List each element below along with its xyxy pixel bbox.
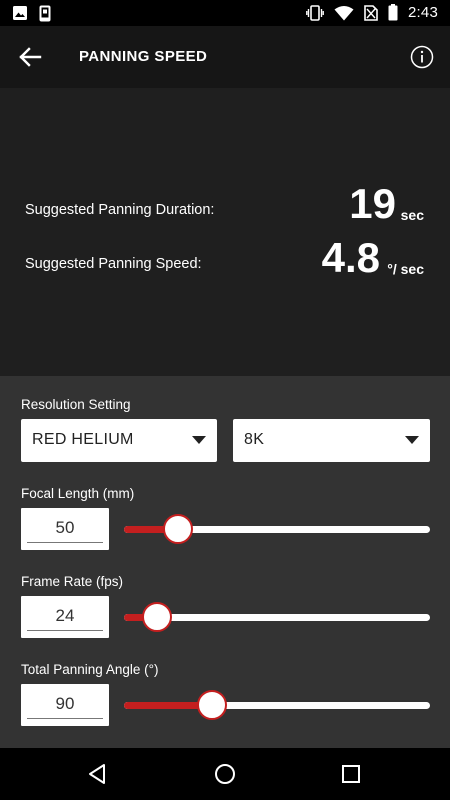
resolution-select[interactable]: 8K: [233, 419, 430, 462]
home-circle-icon: [215, 764, 235, 784]
speed-unit: °/ sec: [387, 261, 424, 277]
duration-unit: sec: [400, 207, 424, 223]
input-underline: [27, 630, 103, 631]
nav-home-button[interactable]: [213, 762, 237, 786]
no-sim-icon: [364, 4, 378, 21]
slider-thumb[interactable]: [163, 514, 194, 544]
focal-length-value: 50: [55, 518, 75, 537]
panning-angle-label: Total Panning Angle (°): [21, 662, 159, 677]
panning-angle-slider[interactable]: [124, 685, 430, 725]
nav-back-button[interactable]: [86, 762, 110, 786]
input-underline: [27, 542, 103, 543]
arrow-back-icon: [19, 47, 42, 67]
input-underline: [27, 718, 103, 719]
page-title: PANNING SPEED: [79, 48, 208, 65]
vibrate-icon: [306, 4, 324, 21]
info-icon: [410, 45, 434, 69]
frame-rate-slider[interactable]: [124, 597, 430, 637]
frame-rate-value: 24: [55, 606, 75, 625]
back-button[interactable]: [14, 41, 46, 73]
resolution-label: Resolution Setting: [21, 397, 131, 412]
duration-row: Suggested Panning Duration: 19 sec: [0, 178, 450, 238]
resolution-select-value: 8K: [244, 431, 265, 448]
back-triangle-icon: [89, 764, 105, 784]
camera-select-value: RED HELIUM: [32, 431, 134, 448]
app-bar: PANNING SPEED: [0, 26, 450, 88]
controls-panel: Resolution Setting RED HELIUM 8K Focal L…: [0, 376, 450, 748]
frame-rate-label: Frame Rate (fps): [21, 574, 124, 589]
status-bar: 2:43: [0, 0, 450, 26]
dropdown-arrow-icon: [192, 436, 206, 444]
slider-thumb[interactable]: [141, 602, 172, 632]
results-panel: Suggested Panning Duration: 19 sec Sugge…: [0, 88, 450, 376]
panning-angle-value: 90: [55, 694, 75, 713]
status-right-icons: 2:43: [306, 4, 438, 21]
speed-row: Suggested Panning Speed: 4.8 °/ sec: [0, 233, 450, 293]
duration-value: 19: [349, 180, 396, 227]
frame-rate-input[interactable]: 24: [21, 596, 109, 638]
focal-length-input[interactable]: 50: [21, 508, 109, 550]
slider-thumb[interactable]: [196, 690, 227, 720]
nav-recents-button[interactable]: [339, 762, 363, 786]
dropdown-arrow-icon: [405, 436, 419, 444]
speed-value: 4.8: [321, 234, 380, 281]
status-time: 2:43: [408, 4, 438, 21]
duration-label: Suggested Panning Duration:: [25, 202, 215, 218]
focal-length-label: Focal Length (mm): [21, 486, 135, 501]
battery-icon: [388, 4, 398, 21]
focal-length-slider[interactable]: [124, 509, 430, 549]
camera-select[interactable]: RED HELIUM: [21, 419, 217, 462]
speed-label: Suggested Panning Speed:: [25, 256, 202, 272]
phone-icon: [39, 5, 51, 22]
image-icon: [13, 6, 27, 20]
info-button[interactable]: [408, 43, 436, 71]
recents-square-icon: [342, 765, 360, 783]
system-nav-bar: [0, 748, 450, 800]
wifi-icon: [334, 5, 354, 20]
panning-angle-input[interactable]: 90: [21, 684, 109, 726]
status-left-icons: [12, 5, 52, 22]
